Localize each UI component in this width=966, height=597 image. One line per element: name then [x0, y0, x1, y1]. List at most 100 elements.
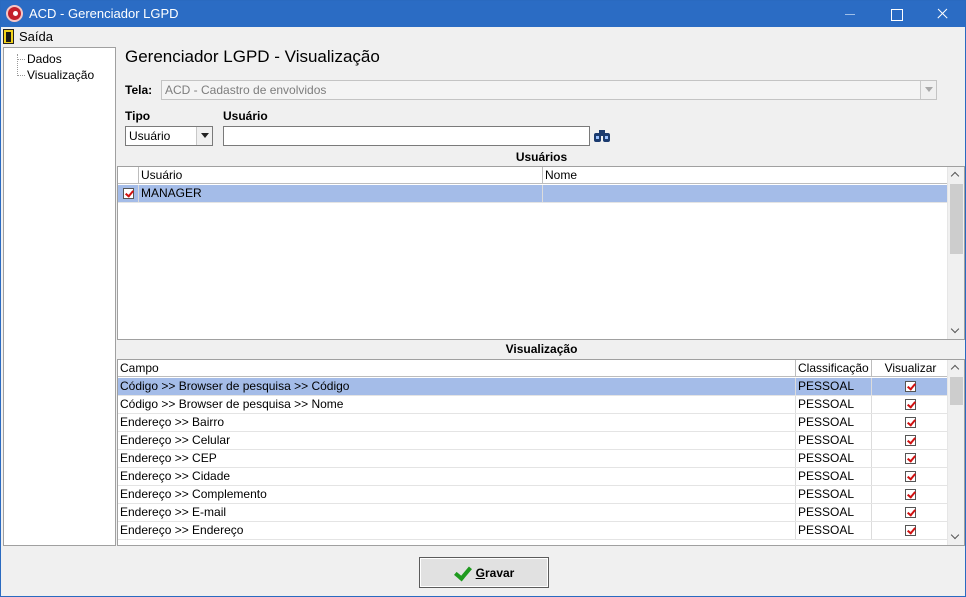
- cell-campo: Endereço >> CEP: [118, 450, 796, 467]
- cell-visualizar[interactable]: [872, 432, 949, 449]
- tree-connector: [17, 59, 25, 60]
- cell-classificacao: PESSOAL: [796, 486, 872, 503]
- cell-nome: [543, 185, 949, 202]
- minimize-icon[interactable]: [827, 1, 873, 27]
- tree-item-visualizacao[interactable]: Visualização: [27, 68, 94, 82]
- checked-checkbox-icon: [905, 525, 916, 537]
- checked-checkbox-icon: [905, 399, 916, 411]
- maximize-icon[interactable]: [873, 1, 919, 27]
- tree-connector: [17, 75, 25, 76]
- scroll-thumb[interactable]: [950, 184, 963, 254]
- cell-campo: Endereço >> Complemento: [118, 486, 796, 503]
- app-window: ACD - Gerenciador LGPD Saída Dados Visua…: [0, 0, 966, 597]
- table-row[interactable]: Endereço >> Endereço PESSOAL: [118, 522, 949, 540]
- checked-checkbox-icon: [905, 489, 916, 501]
- cell-classificacao: PESSOAL: [796, 522, 872, 539]
- scroll-up-icon[interactable]: [948, 360, 964, 376]
- view-scrollbar[interactable]: [947, 360, 964, 545]
- cell-visualizar[interactable]: [872, 378, 949, 395]
- cell-classificacao: PESSOAL: [796, 450, 872, 467]
- save-button-accel: G: [475, 565, 485, 580]
- type-select-value: Usuário: [129, 129, 171, 143]
- menu-item-exit[interactable]: Saída: [3, 28, 53, 45]
- green-check-icon: [454, 566, 470, 580]
- cell-visualizar[interactable]: [872, 468, 949, 485]
- cell-campo: Endereço >> Bairro: [118, 414, 796, 431]
- users-grid: Usuário Nome MANAGER: [117, 166, 965, 340]
- scroll-thumb[interactable]: [950, 377, 963, 405]
- users-scrollbar[interactable]: [947, 167, 964, 339]
- cell-visualizar[interactable]: [872, 450, 949, 467]
- cell-visualizar[interactable]: [872, 522, 949, 539]
- row-checkbox[interactable]: [118, 185, 139, 202]
- table-row[interactable]: Endereço >> E-mail PESSOAL: [118, 504, 949, 522]
- close-icon[interactable]: [919, 1, 965, 27]
- users-section-title: Usuários: [118, 149, 965, 166]
- binoculars-icon[interactable]: [594, 128, 611, 143]
- cell-campo: Endereço >> Cidade: [118, 468, 796, 485]
- type-label: Tipo: [125, 109, 151, 123]
- users-col-usuario[interactable]: Usuário: [139, 167, 543, 184]
- checked-checkbox-icon: [122, 188, 134, 200]
- checked-checkbox-icon: [905, 381, 916, 393]
- table-row[interactable]: Endereço >> Celular PESSOAL: [118, 432, 949, 450]
- checked-checkbox-icon: [905, 453, 916, 465]
- user-input[interactable]: [223, 126, 590, 146]
- save-button-label: ravar: [484, 565, 515, 580]
- table-row[interactable]: Código >> Browser de pesquisa >> Código …: [118, 378, 949, 396]
- cell-campo: Código >> Browser de pesquisa >> Código: [118, 378, 796, 395]
- page-title: Gerenciador LGPD - Visualização: [125, 47, 380, 66]
- exit-door-icon: [3, 29, 14, 44]
- checked-checkbox-icon: [905, 471, 916, 483]
- cell-classificacao: PESSOAL: [796, 432, 872, 449]
- view-grid-header: Campo Classificação Visualizar: [118, 360, 949, 377]
- view-col-campo[interactable]: Campo: [118, 360, 796, 377]
- view-col-visualizar[interactable]: Visualizar: [872, 360, 949, 377]
- cell-campo: Endereço >> Celular: [118, 432, 796, 449]
- cell-visualizar[interactable]: [872, 414, 949, 431]
- title-bar: ACD - Gerenciador LGPD: [1, 1, 965, 27]
- cell-visualizar[interactable]: [872, 396, 949, 413]
- cell-visualizar[interactable]: [872, 504, 949, 521]
- table-row[interactable]: Endereço >> Complemento PESSOAL: [118, 486, 949, 504]
- menu-bar: Saída: [1, 27, 965, 46]
- scroll-down-icon[interactable]: [948, 529, 964, 545]
- cell-classificacao: PESSOAL: [796, 468, 872, 485]
- view-col-classificacao[interactable]: Classificação: [796, 360, 872, 377]
- cell-campo: Endereço >> Endereço: [118, 522, 796, 539]
- users-col-check: [118, 167, 139, 184]
- cell-usuario: MANAGER: [139, 185, 543, 202]
- checked-checkbox-icon: [905, 435, 916, 447]
- cell-classificacao: PESSOAL: [796, 378, 872, 395]
- app-logo-icon: [6, 5, 23, 22]
- user-label: Usuário: [223, 109, 268, 123]
- cell-classificacao: PESSOAL: [796, 414, 872, 431]
- checked-checkbox-icon: [905, 507, 916, 519]
- table-row[interactable]: MANAGER: [118, 185, 949, 203]
- tree-item-dados[interactable]: Dados: [27, 52, 62, 66]
- navigation-tree: Dados Visualização: [3, 47, 116, 546]
- cell-campo: Código >> Browser de pesquisa >> Nome: [118, 396, 796, 413]
- table-row[interactable]: Endereço >> Cidade PESSOAL: [118, 468, 949, 486]
- cell-classificacao: PESSOAL: [796, 396, 872, 413]
- users-col-nome[interactable]: Nome: [543, 167, 949, 184]
- screen-select[interactable]: ACD - Cadastro de envolvidos: [161, 80, 937, 100]
- table-row[interactable]: Endereço >> Bairro PESSOAL: [118, 414, 949, 432]
- cell-campo: Endereço >> E-mail: [118, 504, 796, 521]
- type-select[interactable]: Usuário: [125, 126, 213, 146]
- tree-connector: [17, 54, 18, 76]
- menu-item-exit-label: Saída: [19, 29, 53, 44]
- checked-checkbox-icon: [905, 417, 916, 429]
- view-grid: Campo Classificação Visualizar Código >>…: [117, 359, 965, 546]
- scroll-up-icon[interactable]: [948, 167, 964, 183]
- save-button[interactable]: Gravar: [419, 557, 549, 588]
- scroll-down-icon[interactable]: [948, 323, 964, 339]
- cell-visualizar[interactable]: [872, 486, 949, 503]
- screen-label: Tela:: [125, 83, 153, 97]
- cell-classificacao: PESSOAL: [796, 504, 872, 521]
- table-row[interactable]: Código >> Browser de pesquisa >> Nome PE…: [118, 396, 949, 414]
- chevron-down-icon: [920, 81, 936, 99]
- table-row[interactable]: Endereço >> CEP PESSOAL: [118, 450, 949, 468]
- users-grid-header: Usuário Nome: [118, 167, 949, 184]
- chevron-down-icon: [196, 127, 212, 145]
